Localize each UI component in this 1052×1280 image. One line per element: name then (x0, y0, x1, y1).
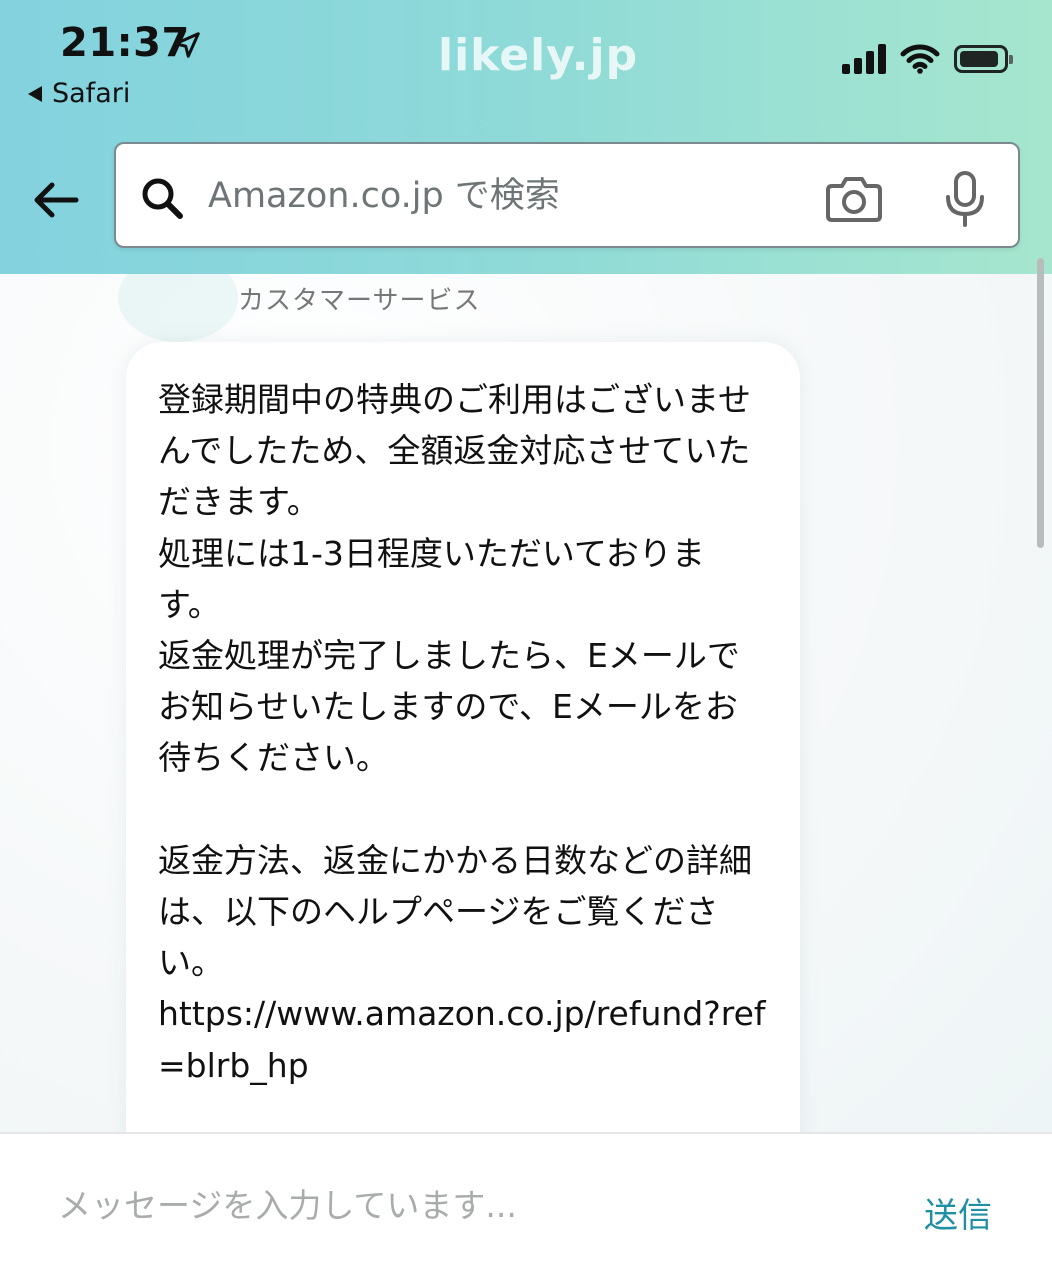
back-app-label: Safari (52, 78, 131, 109)
search-input[interactable] (208, 158, 768, 234)
status-time: 21:37 (60, 20, 190, 66)
watermark: likely.jp (438, 30, 639, 81)
message-text: 登録期間中の特典のご利用はございませんでしたため、全額返金対応させていただきます… (158, 380, 766, 1085)
cellular-signal-icon (842, 44, 886, 74)
back-arrow-icon[interactable] (28, 172, 84, 228)
back-triangle-icon (28, 85, 42, 102)
message-input[interactable] (58, 1170, 858, 1240)
send-button[interactable]: 送信 (924, 1188, 992, 1237)
sender-name: カスタマーサービス (238, 286, 481, 316)
search-bar[interactable] (114, 142, 1020, 248)
search-icon (142, 178, 183, 219)
camera-icon[interactable] (824, 172, 884, 224)
back-to-safari-link[interactable]: Safari (28, 78, 130, 109)
chat-conversation[interactable]: カスタマーサービス 登録期間中の特典のご利用はございませんでしたため、全額返金対… (0, 274, 1052, 1132)
microphone-icon[interactable] (942, 170, 988, 228)
agent-avatar (118, 274, 238, 342)
scrollbar[interactable] (1037, 258, 1044, 548)
message-bubble: 登録期間中の特典のご利用はございませんでしたため、全額返金対応させていただきます… (126, 342, 800, 1132)
app-header: 21:37 Safari likely.jp (0, 0, 1052, 274)
message-composer: 送信 (0, 1132, 1052, 1280)
battery-icon (954, 45, 1013, 73)
wifi-icon (900, 44, 940, 74)
location-arrow-icon (174, 32, 200, 58)
status-indicators (842, 44, 1013, 74)
